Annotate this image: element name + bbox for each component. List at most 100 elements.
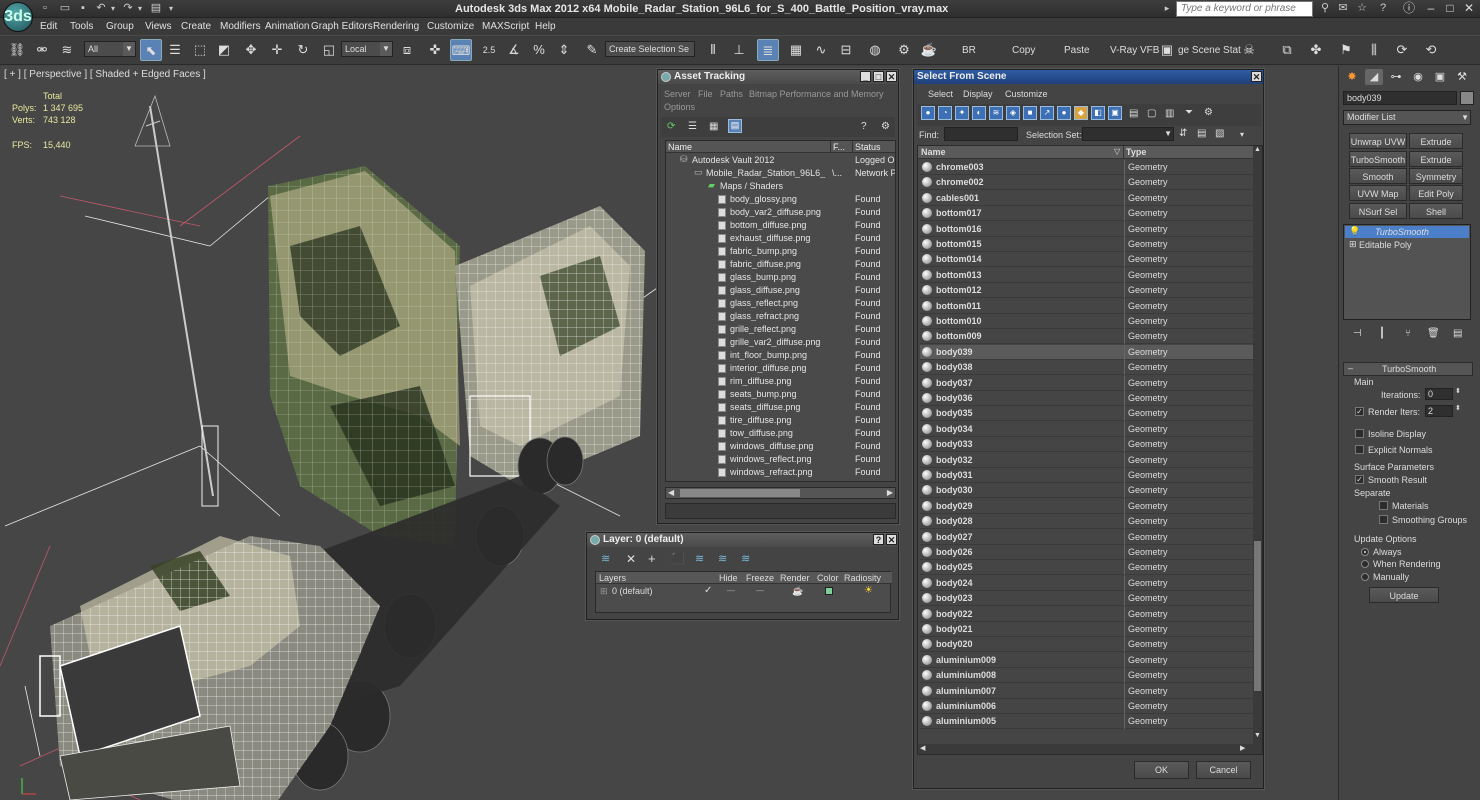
layer-manager-icon[interactable]: ≣: [757, 39, 779, 61]
layer-color-swatch[interactable]: [825, 587, 833, 595]
minimize-button[interactable]: _: [860, 71, 871, 82]
scene-object-row[interactable]: bottom012 Geometry: [920, 283, 1253, 299]
skull-script-icon[interactable]: ☠: [1238, 39, 1260, 61]
asset-row[interactable]: ▰ Maps / Shaders: [666, 180, 892, 193]
scroll-down-icon[interactable]: ▼: [1254, 732, 1261, 739]
column-name[interactable]: Name: [921, 147, 946, 157]
vray-vfb-button[interactable]: V-Ray VFB: [1110, 45, 1159, 56]
asset-row[interactable]: fabric_diffuse.png Found: [666, 258, 892, 271]
smooth-button[interactable]: Smooth: [1349, 168, 1407, 184]
select-objects-icon[interactable]: ⬛: [671, 552, 685, 565]
scene-object-row[interactable]: bottom011 Geometry: [920, 298, 1253, 314]
render-iters-checkbox[interactable]: ✓: [1355, 407, 1364, 416]
explicit-normals-checkbox[interactable]: [1355, 445, 1364, 454]
reference-coordinate-dropdown[interactable]: Local ▼: [341, 41, 393, 57]
asset-row[interactable]: body_var2_diffuse.png Found: [666, 206, 892, 219]
scene-object-row[interactable]: bottom015 Geometry: [920, 237, 1253, 252]
app-logo[interactable]: 3ds: [3, 2, 33, 32]
open-file-icon[interactable]: ▭: [58, 2, 72, 15]
light-bulb-icon[interactable]: 💡: [1349, 226, 1360, 237]
asset-row[interactable]: ▭ Mobile_Radar_Station_96L6_... \... Networ…: [666, 167, 895, 180]
filter-containers-icon[interactable]: ◆: [1074, 106, 1088, 120]
compositor-icon[interactable]: ⟲: [1420, 39, 1442, 61]
asset-row[interactable]: bottom_diffuse.png Found: [666, 219, 892, 232]
help-button[interactable]: ?: [873, 534, 884, 545]
menu-maxscript[interactable]: MAXScript: [482, 21, 529, 32]
expand-icon[interactable]: ⊞: [600, 586, 608, 597]
at-menu-paths[interactable]: Paths: [720, 89, 743, 99]
find-input[interactable]: [944, 127, 1018, 141]
bind-space-warp-icon[interactable]: ≋: [56, 39, 78, 61]
column-radiosity[interactable]: Radiosity: [844, 573, 881, 583]
star-icon[interactable]: ☆: [1355, 2, 1369, 15]
filter-xrefs-icon[interactable]: ↗: [1040, 106, 1054, 120]
schematic-view-icon[interactable]: ⊟: [835, 39, 857, 61]
scene-object-row[interactable]: body039 Geometry: [920, 344, 1253, 360]
at-menu-server[interactable]: Server: [664, 89, 691, 99]
scene-object-row[interactable]: body037 Geometry: [920, 375, 1253, 391]
remove-modifier-icon[interactable]: 🗑: [1427, 328, 1440, 339]
select-object-icon[interactable]: ⬉: [140, 39, 162, 61]
render-setup-icon[interactable]: ⚙: [893, 39, 915, 61]
scene-object-row[interactable]: body021 Geometry: [920, 622, 1253, 637]
scroll-left-icon[interactable]: ◀: [920, 744, 925, 752]
filter-cameras-icon[interactable]: ◐: [972, 106, 986, 120]
select-manipulate-icon[interactable]: ✜: [424, 39, 446, 61]
motion-tab-icon[interactable]: ◉: [1409, 69, 1427, 85]
angle-snap-icon[interactable]: ∡: [503, 39, 525, 61]
container-icon[interactable]: ⧉: [1276, 39, 1298, 61]
filter-frozen-icon[interactable]: ◧: [1091, 106, 1105, 120]
asset-row[interactable]: rim_diffuse.png Found: [666, 375, 892, 388]
configure-sets-icon[interactable]: ▤: [1453, 328, 1462, 339]
scene-object-row[interactable]: bottom009 Geometry: [920, 329, 1253, 345]
at-menu-options[interactable]: Options: [664, 102, 695, 112]
close-button[interactable]: ✕: [886, 71, 897, 82]
help-icon[interactable]: ?: [861, 121, 867, 132]
scroll-right-icon[interactable]: ▶: [1240, 744, 1245, 752]
scene-object-row[interactable]: body029 Geometry: [920, 498, 1253, 514]
column-color[interactable]: Color: [817, 573, 839, 583]
at-path-field[interactable]: [665, 503, 896, 519]
add-layer-icon[interactable]: +: [648, 551, 656, 566]
spinner-snap-icon[interactable]: ⇕: [553, 39, 575, 61]
sort-icon[interactable]: ⇵: [1179, 128, 1187, 139]
asset-row[interactable]: glass_refract.png Found: [666, 310, 892, 323]
render-iters-spinner[interactable]: 2: [1425, 405, 1453, 417]
scene-object-row[interactable]: body038 Geometry: [920, 360, 1253, 376]
sfs-menu-select[interactable]: Select: [928, 89, 953, 99]
maximize-button[interactable]: □: [1442, 1, 1458, 16]
asset-row[interactable]: glass_reflect.png Found: [666, 297, 892, 310]
isoline-checkbox[interactable]: [1355, 429, 1364, 438]
column-layers[interactable]: Layers: [599, 573, 626, 583]
undo-dropdown-icon[interactable]: ▾: [106, 2, 120, 15]
expand-icon[interactable]: ⊞: [1349, 239, 1357, 250]
table-view-icon[interactable]: ▤: [728, 119, 742, 133]
stack-item-turbosmooth[interactable]: 💡 TurboSmooth: [1345, 226, 1469, 238]
scene-vscrollbar[interactable]: ▲ ▼: [1253, 146, 1262, 744]
display-tab-icon[interactable]: ▣: [1431, 69, 1449, 85]
asset-row[interactable]: seats_bump.png Found: [666, 388, 892, 401]
scene-object-row[interactable]: cables001 Geometry: [920, 190, 1253, 206]
help-icon[interactable]: ?: [1376, 2, 1390, 15]
asset-row[interactable]: glass_diffuse.png Found: [666, 284, 892, 297]
cancel-button[interactable]: Cancel: [1196, 761, 1251, 779]
scene-object-row[interactable]: body026 Geometry: [920, 545, 1253, 560]
asset-row[interactable]: windows_diffuse.png Found: [666, 440, 892, 453]
scene-stats-button[interactable]: ge Scene Stat: [1178, 45, 1241, 56]
snap-toggle-icon[interactable]: 2.5: [478, 39, 500, 61]
smoothing-groups-checkbox[interactable]: [1379, 515, 1388, 524]
copy-button[interactable]: Copy: [1012, 45, 1035, 56]
edit-named-selection-icon[interactable]: ✎: [581, 39, 603, 61]
help-circle-icon[interactable]: ⓘ: [1401, 1, 1417, 16]
scene-object-row[interactable]: chrome003 Geometry: [920, 160, 1253, 175]
object-color-swatch[interactable]: [1460, 91, 1474, 105]
filter-groups-icon[interactable]: ■: [1023, 106, 1037, 120]
populate-icon[interactable]: ⚑: [1335, 39, 1357, 61]
make-unique-icon[interactable]: ⑂: [1405, 328, 1411, 339]
asset-row[interactable]: interior_diffuse.png Found: [666, 362, 892, 375]
selection-filter-dropdown[interactable]: All ▼: [84, 41, 136, 57]
asset-row[interactable]: int_floor_bump.png Found: [666, 349, 892, 362]
asset-row[interactable]: grille_reflect.png Found: [666, 323, 892, 336]
asset-row[interactable]: seats_diffuse.png Found: [666, 401, 892, 414]
scroll-right-icon[interactable]: ▶: [887, 488, 893, 497]
